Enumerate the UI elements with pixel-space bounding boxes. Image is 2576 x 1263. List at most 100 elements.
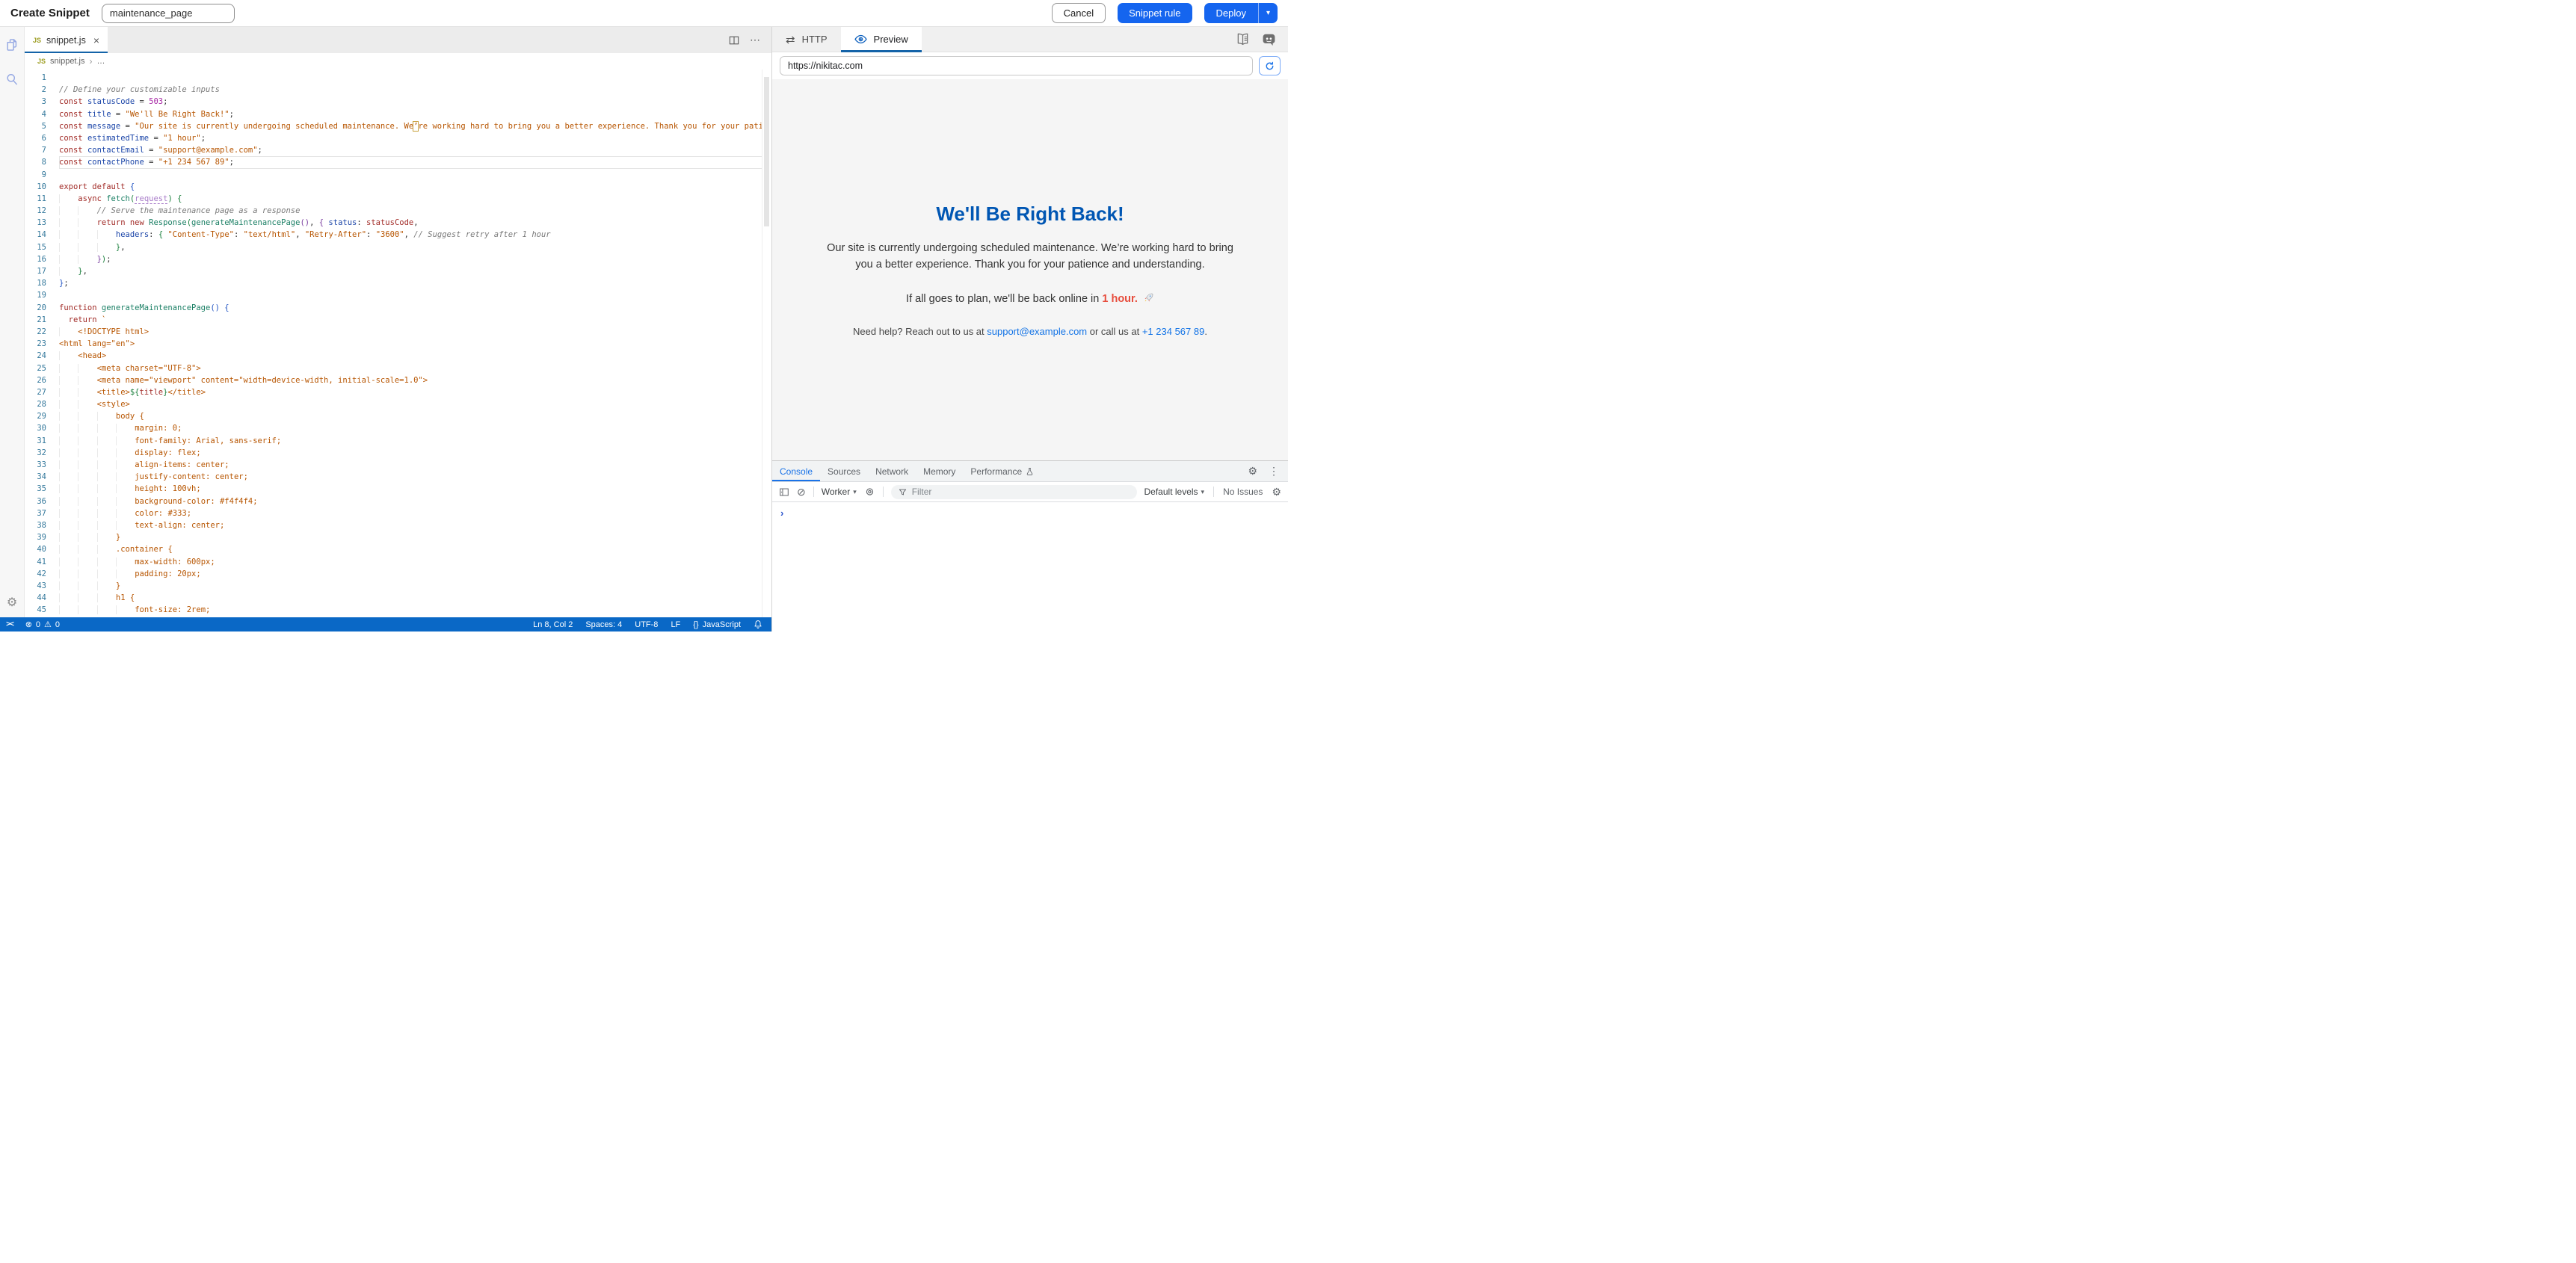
line-number: 37 [25,507,59,519]
context-selector[interactable]: Worker ▾ [822,487,857,497]
code-line: 18}; [25,277,771,289]
code-line: 10export default { [25,181,771,193]
tab-http[interactable]: ⇄ HTTP [772,27,841,52]
eol-setting[interactable]: LF [671,620,680,629]
problems-indicator[interactable]: ⊗ 0 ⚠ 0 [25,620,60,629]
preview-panel-actions [1236,27,1288,52]
line-number: 7 [25,144,59,156]
warning-icon: ⚠ [44,620,52,629]
devtools-settings-gear-icon[interactable]: ⚙ [1248,465,1257,478]
cursor-position[interactable]: Ln 8, Col 2 [533,620,573,629]
tab-http-label: HTTP [802,34,828,45]
line-number: 17 [25,265,59,277]
toolbar-divider [883,487,884,497]
line-number: 35 [25,483,59,495]
log-levels-selector[interactable]: Default levels ▾ [1144,487,1205,497]
deploy-button[interactable]: Deploy [1204,3,1258,23]
console-prompt: › [780,507,783,519]
settings-gear-icon[interactable]: ⚙ [7,595,17,610]
issues-counter[interactable]: No Issues [1223,487,1263,497]
editor-scrollbar[interactable] [762,70,771,617]
search-icon[interactable] [4,72,19,87]
line-number: 24 [25,350,59,362]
code-line: 5const message = "Our site is currently … [25,120,771,132]
help-suffix: . [1204,326,1207,337]
split-editor-icon[interactable] [729,35,739,46]
phone-link[interactable]: +1 234 567 89 [1142,326,1205,337]
tab-close-icon[interactable]: × [93,34,99,46]
deploy-split-button: Deploy ▾ [1204,3,1278,23]
devtools-tab-label: Memory [923,466,955,477]
cancel-button[interactable]: Cancel [1052,3,1106,23]
page-title: Create Snippet [10,7,90,19]
help-mid: or call us at [1087,326,1142,337]
snippet-name-input[interactable] [102,4,235,23]
error-icon: ⊗ [25,620,32,629]
code-line: 14 headers: { "Content-Type": "text/html… [25,229,771,241]
devtools-tab-memory[interactable]: Memory [916,461,963,481]
devtools-tabbar-actions: ⚙ ⋮ [1248,461,1288,481]
code-line: 43 } [25,580,771,592]
breadcrumb[interactable]: JS snippet.js › … [25,53,771,70]
docs-book-icon[interactable] [1236,33,1250,46]
line-number: 36 [25,495,59,507]
code-line: 12 // Serve the maintenance page as a re… [25,205,771,217]
js-file-icon: JS [33,37,41,44]
more-actions-icon[interactable]: ⋯ [750,34,761,46]
language-mode[interactable]: {} JavaScript [693,620,741,629]
deploy-dropdown-button[interactable]: ▾ [1258,3,1278,23]
devtools-tab-console[interactable]: Console [772,461,820,481]
console-toolbar: ⊘ Worker ▾ [772,482,1288,502]
console-output[interactable]: › [772,502,1288,632]
encoding-setting[interactable]: UTF-8 [635,620,658,629]
line-number: 28 [25,398,59,410]
kebab-menu-icon[interactable]: ⋮ [1269,465,1279,478]
devtools: Console Sources Network Memory Performance ⚙… [772,460,1288,632]
line-number: 31 [25,435,59,447]
console-sidebar-toggle-icon[interactable] [779,487,789,497]
devtools-tab-label: Console [780,466,813,477]
clear-console-icon[interactable]: ⊘ [797,486,806,498]
devtools-tab-performance[interactable]: Performance [963,461,1041,481]
http-arrows-icon: ⇄ [786,33,795,46]
code-line: 31 font-family: Arial, sans-serif; [25,435,771,447]
tab-snippet-js[interactable]: JS snippet.js × [25,27,108,53]
discord-icon[interactable] [1262,32,1276,46]
chevron-down-icon: ▾ [1201,488,1205,496]
rocket-emoji [1143,292,1154,303]
code-editor[interactable]: 12// Define your customizable inputs3con… [25,70,771,617]
devtools-tab-label: Sources [828,466,860,477]
line-number: 21 [25,314,59,326]
console-filter-input[interactable]: Filter [891,485,1137,499]
devtools-tab-sources[interactable]: Sources [820,461,868,481]
files-icon[interactable] [4,37,19,52]
line-number: 14 [25,229,59,241]
indentation-setting[interactable]: Spaces: 4 [585,620,622,629]
flask-icon [1026,467,1034,476]
maintenance-eta: If all goes to plan, we'll be back onlin… [819,292,1242,305]
remote-indicator-icon[interactable]: >< [6,620,13,629]
code-line: 28 <style> [25,398,771,410]
code-line: 8const contactPhone = "+1 234 567 89"; [25,156,771,168]
refresh-button[interactable] [1259,56,1281,75]
console-settings-gear-icon[interactable]: ⚙ [1272,486,1281,498]
scrollbar-thumb[interactable] [764,77,769,226]
support-email-link[interactable]: support@example.com [987,326,1087,337]
devtools-tab-network[interactable]: Network [868,461,916,481]
line-number: 26 [25,374,59,386]
snippet-rule-button[interactable]: Snippet rule [1118,3,1192,23]
live-expression-eye-icon[interactable] [864,487,875,496]
tab-preview[interactable]: Preview [841,27,922,52]
console-toolbar-right: Default levels ▾ No Issues ⚙ [1144,486,1282,498]
preview-panel: ⇄ HTTP Preview [771,27,1288,632]
line-number: 3 [25,96,59,108]
line-number: 41 [25,556,59,568]
line-number: 43 [25,580,59,592]
notifications-bell-icon[interactable] [754,620,762,629]
toolbar-divider [813,487,814,497]
code-line: 16 }); [25,253,771,265]
maintenance-title: We'll Be Right Back! [819,203,1242,226]
code-line: 3const statusCode = 503; [25,96,771,108]
url-input[interactable] [780,56,1253,75]
code-line: 32 display: flex; [25,447,771,459]
